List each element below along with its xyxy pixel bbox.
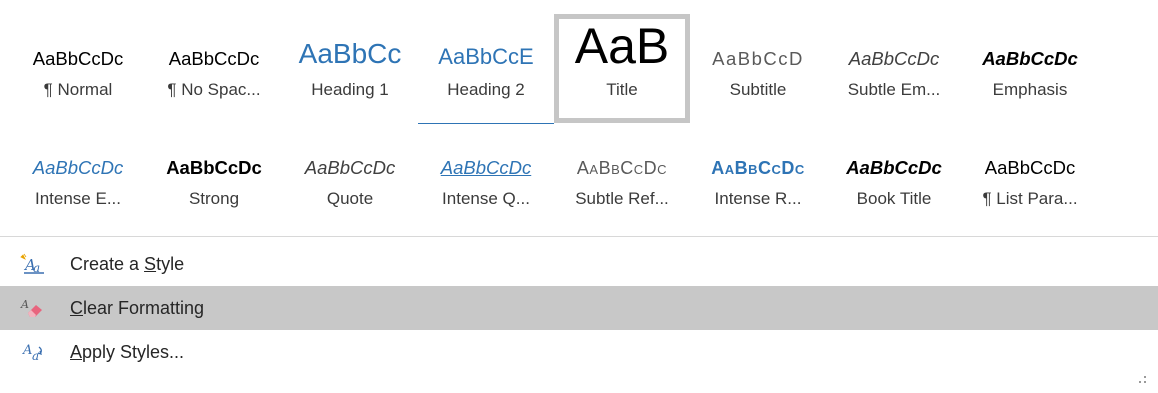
style-heading-1[interactable]: AaBbCc Heading 1 bbox=[282, 14, 418, 123]
style-intense-quote[interactable]: AaBbCcDc Intense Q... bbox=[418, 123, 554, 232]
style-label: Intense Q... bbox=[442, 189, 530, 208]
style-sample: AaBbCcDc bbox=[982, 48, 1078, 69]
style-no-spacing[interactable]: AaBbCcDc ¶ No Spac... bbox=[146, 14, 282, 123]
style-label: Intense E... bbox=[35, 189, 121, 208]
clear-formatting-menu-item[interactable]: A Clear Formatting bbox=[0, 286, 1158, 330]
style-emphasis[interactable]: AaBbCcDc Emphasis bbox=[962, 14, 1098, 123]
apply-styles-label: Apply Styles... bbox=[70, 341, 185, 362]
style-quote[interactable]: AaBbCcDc Quote bbox=[282, 123, 418, 232]
style-label: Subtle Ref... bbox=[575, 189, 669, 208]
style-intense-reference[interactable]: AaBbCcDc Intense R... bbox=[690, 123, 826, 232]
style-sample: AaBbCcDc bbox=[168, 48, 260, 69]
style-intense-emphasis[interactable]: AaBbCcDc Intense E... bbox=[10, 123, 146, 232]
styles-gallery: AaBbCcDc ¶ Normal AaBbCcDc ¶ No Spac... … bbox=[0, 0, 1158, 234]
style-label: Book Title bbox=[856, 189, 932, 208]
styles-row-1: AaBbCcDc ¶ Normal AaBbCcDc ¶ No Spac... … bbox=[10, 14, 1098, 123]
style-sample: AaBbCcDc bbox=[848, 48, 940, 69]
style-strong[interactable]: AaBbCcDc Strong bbox=[146, 123, 282, 232]
svg-text:a: a bbox=[32, 349, 39, 363]
clear-formatting-label: Clear Formatting bbox=[70, 297, 205, 318]
style-label: Title bbox=[606, 80, 638, 99]
create-style-menu-item[interactable]: A a Create a Style bbox=[0, 242, 1158, 286]
style-sample: AaBbCcDc bbox=[576, 158, 668, 178]
menu-divider bbox=[0, 236, 1158, 237]
style-sample: AaBbCcE bbox=[438, 44, 534, 69]
style-sample: AaBbCc bbox=[298, 38, 402, 69]
style-heading-2[interactable]: AaBbCcE Heading 2 bbox=[418, 14, 554, 123]
style-list-paragraph[interactable]: AaBbCcDc ¶ List Para... bbox=[962, 123, 1098, 232]
style-book-title[interactable]: AaBbCcDc Book Title bbox=[826, 123, 962, 232]
svg-text:A: A bbox=[20, 298, 29, 311]
style-label: Strong bbox=[188, 189, 240, 208]
style-sample: AaBbCcDc bbox=[984, 157, 1076, 178]
styles-grid: AaBbCcDc ¶ Normal AaBbCcDc ¶ No Spac... … bbox=[10, 14, 1098, 232]
styles-row-2: AaBbCcDc Intense E... AaBbCcDc Strong Aa… bbox=[10, 123, 1098, 232]
style-label: ¶ No Spac... bbox=[167, 80, 261, 99]
style-label: Intense R... bbox=[714, 189, 802, 208]
apply-styles-icon: A a bbox=[18, 340, 48, 364]
style-label: ¶ List Para... bbox=[982, 189, 1078, 208]
style-label: ¶ Normal bbox=[43, 80, 113, 99]
style-sample: AaBbCcDc bbox=[32, 157, 124, 178]
styles-menu: A a Create a Style A Clear Formatting A … bbox=[0, 242, 1158, 374]
style-sample: AaB bbox=[574, 19, 670, 74]
style-label: Quote bbox=[326, 189, 374, 208]
style-subtle-emphasis[interactable]: AaBbCcDc Subtle Em... bbox=[826, 14, 962, 123]
style-sample: AaBbCcDc bbox=[711, 158, 805, 178]
style-label: Subtle Em... bbox=[847, 80, 941, 99]
style-sample: AaBbCcDc bbox=[846, 157, 942, 178]
style-sample: AaBbCcD bbox=[712, 48, 804, 69]
eraser-icon: A bbox=[18, 296, 48, 320]
create-style-icon: A a bbox=[18, 252, 48, 276]
style-label: Emphasis bbox=[992, 80, 1068, 99]
svg-text:A: A bbox=[22, 343, 32, 358]
resize-grip-icon[interactable] bbox=[1132, 372, 1148, 388]
style-subtitle[interactable]: AaBbCcD Subtitle bbox=[690, 14, 826, 123]
style-sample: AaBbCcDc bbox=[304, 157, 396, 178]
apply-styles-menu-item[interactable]: A a Apply Styles... bbox=[0, 330, 1158, 374]
style-label: Heading 1 bbox=[311, 80, 389, 99]
style-title[interactable]: AaB Title bbox=[554, 14, 690, 123]
style-label: Heading 2 bbox=[447, 80, 525, 99]
style-sample: AaBbCcDc bbox=[166, 157, 262, 178]
style-normal[interactable]: AaBbCcDc ¶ Normal bbox=[10, 14, 146, 123]
create-style-label: Create a Style bbox=[70, 253, 185, 274]
style-sample: AaBbCcDc bbox=[32, 48, 124, 69]
style-sample: AaBbCcDc bbox=[418, 123, 554, 183]
style-subtle-reference[interactable]: AaBbCcDc Subtle Ref... bbox=[554, 123, 690, 232]
style-label: Subtitle bbox=[729, 80, 787, 99]
